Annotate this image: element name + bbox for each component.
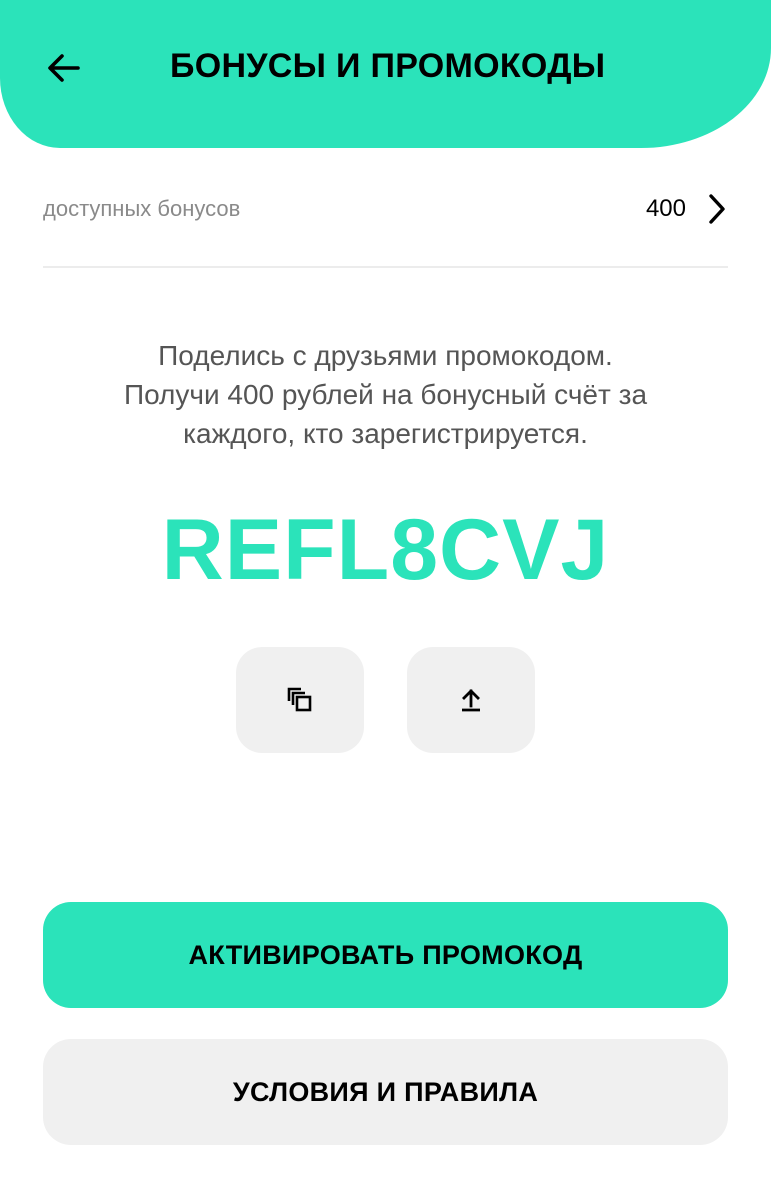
copy-button[interactable]	[236, 647, 364, 753]
chevron-right-icon	[706, 192, 728, 226]
description-line: каждого, кто зарегистрируется.	[183, 418, 588, 449]
description-line: Получи 400 рублей на бонусный счёт за	[123, 379, 648, 410]
promo-description: Поделись с друзьями промокодом. Получи 4…	[60, 336, 711, 453]
description-line: Поделись с друзьями промокодом.	[158, 340, 613, 371]
promo-code: REFL8CVJ	[161, 502, 610, 598]
arrow-left-icon	[48, 54, 80, 82]
available-bonuses-row[interactable]: доступных бонусов 400	[43, 170, 728, 248]
bonus-label: доступных бонусов	[43, 196, 241, 221]
copy-icon	[287, 687, 312, 712]
page-title: БОНУСЫ И ПРОМОКОДЫ	[170, 47, 606, 85]
activate-promo-button[interactable]: АКТИВИРОВАТЬ ПРОМОКОД	[43, 902, 728, 1008]
divider	[43, 266, 728, 268]
bonuses-screen: БОНУСЫ И ПРОМОКОДЫ доступных бонусов 400…	[0, 0, 771, 1200]
share-button[interactable]	[407, 647, 535, 753]
terms-and-rules-button[interactable]: УСЛОВИЯ И ПРАВИЛА	[43, 1039, 728, 1145]
bonus-value: 400	[645, 195, 686, 222]
back-button[interactable]	[40, 44, 88, 92]
header: БОНУСЫ И ПРОМОКОДЫ	[0, 0, 771, 148]
share-upload-icon	[462, 689, 480, 712]
